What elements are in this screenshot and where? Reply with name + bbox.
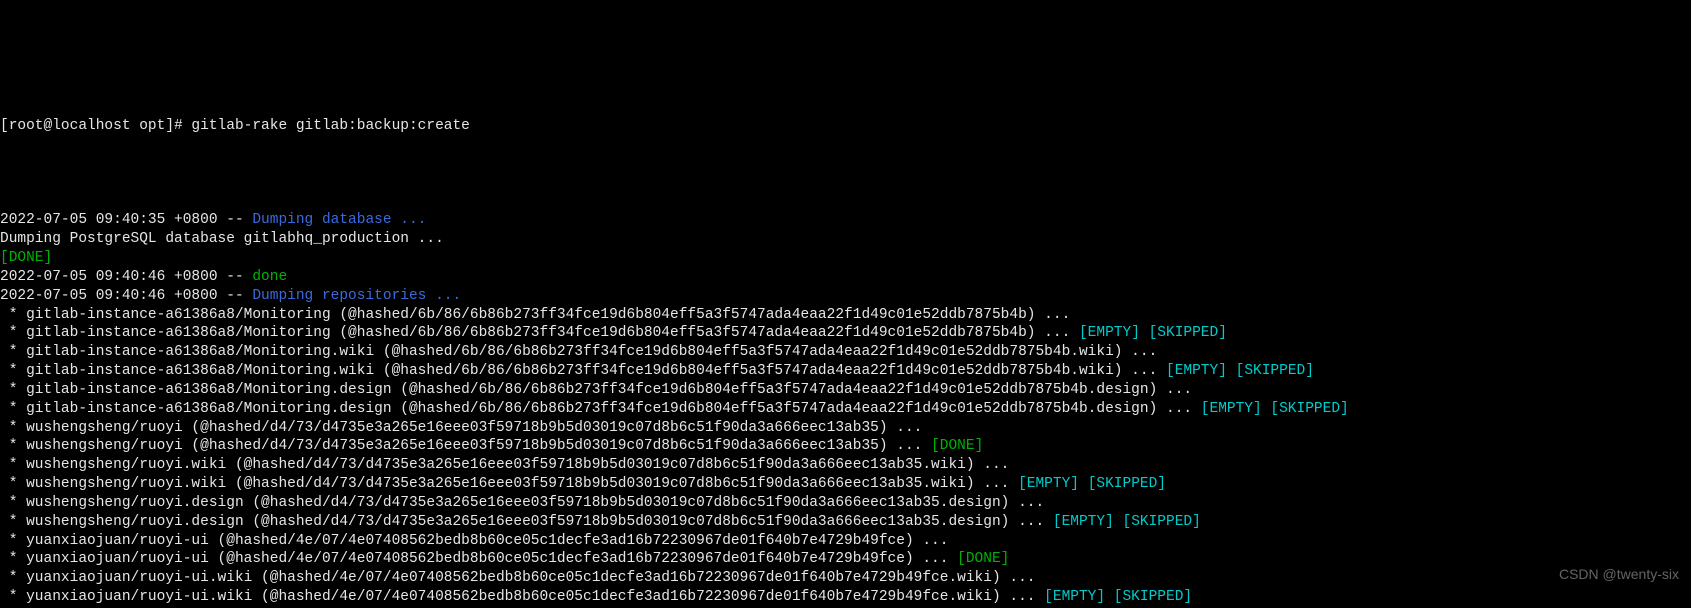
log-timestamp: 2022-07-05 09:40:46 +0800 -- — [0, 269, 252, 285]
shell-prompt-line: [root@localhost opt]# gitlab-rake gitlab… — [0, 118, 470, 134]
repo-line: * gitlab-instance-a61386a8/Monitoring.wi… — [0, 363, 1166, 379]
repo-line: * wushengsheng/ruoyi (@hashed/d4/73/d473… — [0, 420, 922, 436]
repo-status-tag: [EMPTY] [SKIPPED] — [1166, 363, 1314, 379]
repo-status-tag: [EMPTY] [SKIPPED] — [1201, 401, 1349, 417]
repo-line: * gitlab-instance-a61386a8/Monitoring.de… — [0, 382, 1192, 398]
repo-line: * wushengsheng/ruoyi.wiki (@hashed/d4/73… — [0, 457, 1009, 473]
repo-line: * gitlab-instance-a61386a8/Monitoring (@… — [0, 325, 1079, 341]
log-dumping-database: Dumping database ... — [252, 212, 435, 228]
repo-line: * yuanxiaojuan/ruoyi-ui (@hashed/4e/07/4… — [0, 551, 957, 567]
repo-status-tag: [EMPTY] [SKIPPED] — [1044, 589, 1192, 605]
repo-status-tag: [DONE] — [931, 438, 983, 454]
repo-line: * gitlab-instance-a61386a8/Monitoring (@… — [0, 307, 1070, 323]
repo-line: * yuanxiaojuan/ruoyi-ui.wiki (@hashed/4e… — [0, 589, 1044, 605]
log-done-word: done — [252, 269, 287, 285]
repo-line: * yuanxiaojuan/ruoyi-ui (@hashed/4e/07/4… — [0, 533, 948, 549]
repo-line: * wushengsheng/ruoyi (@hashed/d4/73/d473… — [0, 438, 931, 454]
repo-line: * yuanxiaojuan/ruoyi-ui.wiki (@hashed/4e… — [0, 570, 1035, 586]
repo-line: * gitlab-instance-a61386a8/Monitoring.de… — [0, 401, 1201, 417]
repo-line: * gitlab-instance-a61386a8/Monitoring.wi… — [0, 344, 1157, 360]
repo-status-tag: [EMPTY] [SKIPPED] — [1079, 325, 1227, 341]
repo-line: * wushengsheng/ruoyi.design (@hashed/d4/… — [0, 495, 1044, 511]
repo-status-tag: [DONE] — [957, 551, 1009, 567]
terminal-output: [root@localhost opt]# gitlab-rake gitlab… — [0, 94, 1691, 608]
repo-status-tag: [EMPTY] [SKIPPED] — [1053, 514, 1201, 530]
repo-line: * wushengsheng/ruoyi.wiki (@hashed/d4/73… — [0, 476, 1018, 492]
log-pg-line: Dumping PostgreSQL database gitlabhq_pro… — [0, 231, 444, 247]
log-timestamp: 2022-07-05 09:40:35 +0800 -- — [0, 212, 252, 228]
log-timestamp: 2022-07-05 09:40:46 +0800 -- — [0, 288, 252, 304]
repo-lines: * gitlab-instance-a61386a8/Monitoring (@… — [0, 306, 1691, 608]
log-dumping-repos: Dumping repositories ... — [252, 288, 461, 304]
repo-line: * wushengsheng/ruoyi.design (@hashed/d4/… — [0, 514, 1053, 530]
watermark: CSDN @twenty-six — [1559, 565, 1679, 583]
log-done-tag: [DONE] — [0, 250, 52, 266]
repo-status-tag: [EMPTY] [SKIPPED] — [1018, 476, 1166, 492]
